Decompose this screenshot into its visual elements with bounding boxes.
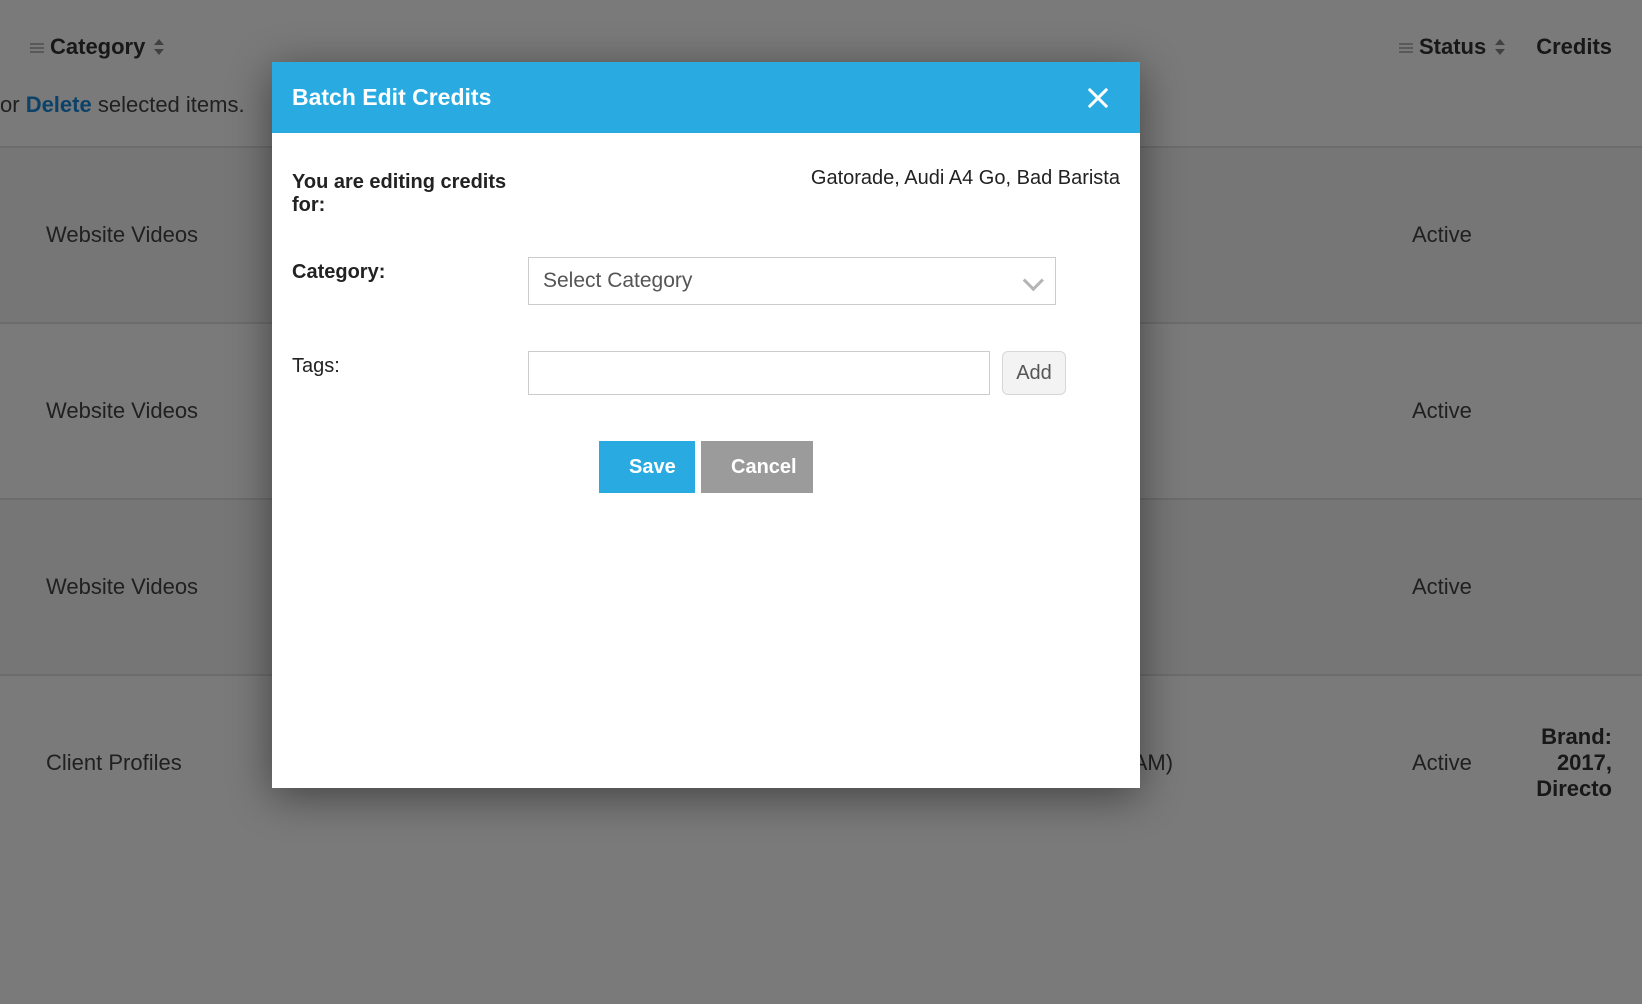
tags-input[interactable] <box>528 351 990 395</box>
modal-header: Batch Edit Credits <box>272 62 1140 133</box>
category-select-placeholder: Select Category <box>543 269 692 293</box>
batch-edit-credits-modal: Batch Edit Credits You are editing credi… <box>272 62 1140 788</box>
editing-for-label: You are editing credits for: <box>292 167 528 217</box>
category-select[interactable]: Select Category <box>528 257 1056 305</box>
modal-title: Batch Edit Credits <box>292 84 491 111</box>
modal-body: You are editing credits for: Gatorade, A… <box>272 133 1140 493</box>
category-label: Category: <box>292 257 528 284</box>
tags-label: Tags: <box>292 351 528 378</box>
add-tag-button[interactable]: Add <box>1002 351 1066 395</box>
chevron-down-icon <box>1023 276 1041 286</box>
cancel-button[interactable]: Cancel <box>701 441 813 493</box>
close-icon[interactable] <box>1086 86 1110 110</box>
modal-actions: Save Cancel <box>292 441 1120 493</box>
editing-for-value: Gatorade, Audi A4 Go, Bad Barista <box>811 167 1120 190</box>
save-button[interactable]: Save <box>599 441 695 493</box>
